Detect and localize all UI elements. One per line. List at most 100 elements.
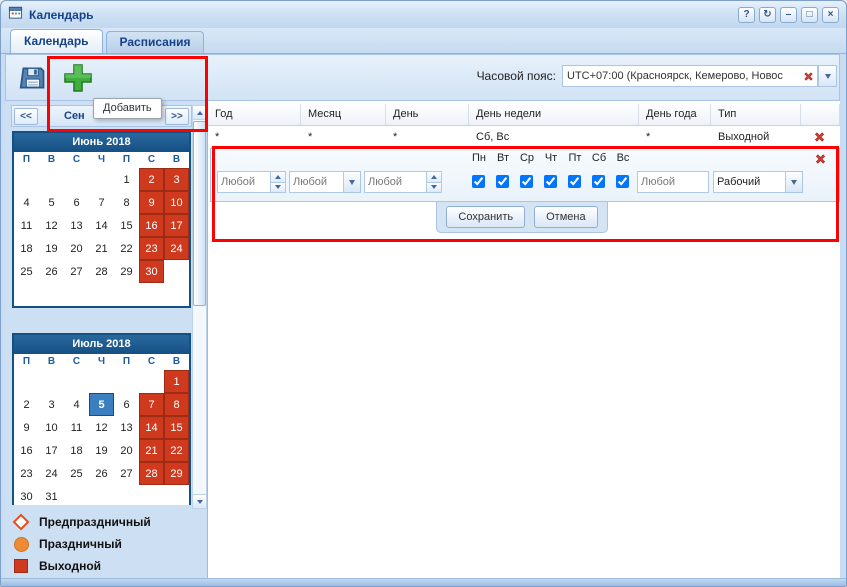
calendar-day[interactable]: 27 bbox=[64, 260, 89, 283]
calendar-day[interactable]: 1 bbox=[114, 168, 139, 191]
calendar-day[interactable]: 4 bbox=[64, 393, 89, 416]
calendar-day[interactable]: 18 bbox=[64, 439, 89, 462]
calendar-day[interactable]: 29 bbox=[114, 260, 139, 283]
calendar-day[interactable]: 7 bbox=[89, 191, 114, 214]
calendar-day[interactable]: 22 bbox=[114, 237, 139, 260]
scrollbar-thumb[interactable] bbox=[193, 121, 206, 306]
editor-delete-icon[interactable] bbox=[813, 152, 828, 166]
calendar-day[interactable]: 4 bbox=[14, 191, 39, 214]
calendar-day[interactable]: 12 bbox=[89, 416, 114, 439]
calendar-day[interactable]: 16 bbox=[139, 214, 164, 237]
calendar-day[interactable]: 3 bbox=[39, 393, 64, 416]
calendar-day[interactable]: 7 bbox=[139, 393, 164, 416]
add-button[interactable] bbox=[57, 58, 99, 98]
day-of-year-input[interactable] bbox=[637, 171, 709, 193]
timezone-dropdown-arrow[interactable] bbox=[818, 65, 837, 87]
calendar-day[interactable]: 22 bbox=[164, 439, 189, 462]
calendar-day[interactable]: 12 bbox=[39, 214, 64, 237]
timezone-combobox[interactable]: UTC+07:00 (Красноярск, Кемерово, Новос bbox=[562, 65, 818, 87]
calendar-day[interactable]: 10 bbox=[39, 416, 64, 439]
calendar-day[interactable]: 29 bbox=[164, 462, 189, 485]
grid-header-1[interactable]: Год bbox=[208, 104, 301, 125]
calendar-day[interactable]: 2 bbox=[14, 393, 39, 416]
type-input[interactable] bbox=[713, 171, 786, 193]
scroll-down-icon[interactable] bbox=[193, 494, 206, 508]
calendar-day[interactable]: 25 bbox=[64, 462, 89, 485]
calendar-day[interactable]: 19 bbox=[89, 439, 114, 462]
calendar-day[interactable]: 6 bbox=[64, 191, 89, 214]
calendar-day[interactable]: 26 bbox=[89, 462, 114, 485]
calendar-day[interactable]: 17 bbox=[39, 439, 64, 462]
grid-header-2[interactable]: Месяц bbox=[301, 104, 386, 125]
calendar-day[interactable]: 8 bbox=[114, 191, 139, 214]
tab-schedules[interactable]: Расписания bbox=[106, 31, 205, 53]
calendar-day[interactable]: 20 bbox=[114, 439, 139, 462]
month-dropdown-arrow[interactable] bbox=[344, 171, 361, 193]
weekday-checkbox-2[interactable] bbox=[496, 175, 509, 188]
cancel-button[interactable]: Отмена bbox=[534, 206, 597, 228]
day-spin-down-icon[interactable] bbox=[427, 183, 441, 193]
calendar-day[interactable]: 14 bbox=[89, 214, 114, 237]
day-input[interactable] bbox=[364, 171, 427, 193]
next-month-button[interactable]: >> bbox=[165, 108, 189, 125]
calendar-day[interactable]: 30 bbox=[139, 260, 164, 283]
timezone-clear-icon[interactable] bbox=[802, 70, 815, 83]
grid-header-4[interactable]: День недели bbox=[469, 104, 639, 125]
refresh-button[interactable]: ↻ bbox=[759, 7, 776, 23]
calendar-day[interactable]: 30 bbox=[14, 485, 39, 505]
calendar-day[interactable]: 5 bbox=[39, 191, 64, 214]
calendar-day[interactable]: 27 bbox=[114, 462, 139, 485]
calendar-day[interactable]: 14 bbox=[139, 416, 164, 439]
calendar-day[interactable]: 5 bbox=[89, 393, 114, 416]
calendar-day[interactable]: 15 bbox=[114, 214, 139, 237]
calendar-day[interactable]: 15 bbox=[164, 416, 189, 439]
row-delete-icon[interactable] bbox=[812, 130, 827, 144]
calendar-day[interactable]: 24 bbox=[39, 462, 64, 485]
calendar-day[interactable]: 9 bbox=[14, 416, 39, 439]
weekday-checkbox-7[interactable] bbox=[616, 175, 629, 188]
calendar-day[interactable]: 20 bbox=[64, 237, 89, 260]
weekday-checkbox-4[interactable] bbox=[544, 175, 557, 188]
sidebar-scrollbar[interactable] bbox=[192, 105, 207, 509]
type-dropdown-arrow[interactable] bbox=[786, 171, 803, 193]
calendar-day[interactable]: 8 bbox=[164, 393, 189, 416]
maximize-button[interactable]: □ bbox=[801, 7, 818, 23]
scroll-up-icon[interactable] bbox=[193, 106, 206, 120]
calendar-day[interactable]: 10 bbox=[164, 191, 189, 214]
calendar-day[interactable]: 28 bbox=[89, 260, 114, 283]
year-spin-down-icon[interactable] bbox=[271, 183, 285, 193]
grid-header-3[interactable]: День bbox=[386, 104, 469, 125]
weekday-checkbox-3[interactable] bbox=[520, 175, 533, 188]
save-button[interactable] bbox=[14, 60, 52, 96]
save-rule-button[interactable]: Сохранить bbox=[446, 206, 525, 228]
calendar-day[interactable]: 24 bbox=[164, 237, 189, 260]
year-spin-up-icon[interactable] bbox=[271, 172, 285, 183]
weekday-checkbox-5[interactable] bbox=[568, 175, 581, 188]
calendar-day[interactable]: 21 bbox=[89, 237, 114, 260]
month-input[interactable] bbox=[289, 171, 344, 193]
calendar-day[interactable]: 6 bbox=[114, 393, 139, 416]
year-input[interactable] bbox=[217, 171, 271, 193]
calendar-day[interactable]: 2 bbox=[139, 168, 164, 191]
calendar-day[interactable]: 23 bbox=[139, 237, 164, 260]
calendar-day[interactable]: 18 bbox=[14, 237, 39, 260]
grid-header-6[interactable]: Тип bbox=[711, 104, 801, 125]
tab-calendar[interactable]: Календарь bbox=[10, 29, 103, 53]
calendar-day[interactable]: 28 bbox=[139, 462, 164, 485]
prev-month-button[interactable]: << bbox=[14, 108, 38, 125]
calendar-day[interactable]: 23 bbox=[14, 462, 39, 485]
calendar-day[interactable]: 13 bbox=[114, 416, 139, 439]
weekday-checkbox-1[interactable] bbox=[472, 175, 485, 188]
day-spin-up-icon[interactable] bbox=[427, 172, 441, 183]
calendar-day[interactable]: 31 bbox=[39, 485, 64, 505]
calendar-day[interactable]: 11 bbox=[64, 416, 89, 439]
weekday-checkbox-6[interactable] bbox=[592, 175, 605, 188]
calendar-day[interactable]: 1 bbox=[164, 370, 189, 393]
table-row[interactable]: ***Сб, Вс*Выходной bbox=[208, 126, 840, 148]
close-button[interactable]: × bbox=[822, 7, 839, 23]
minimize-button[interactable]: – bbox=[780, 7, 797, 23]
calendar-day[interactable]: 13 bbox=[64, 214, 89, 237]
calendar-day[interactable]: 9 bbox=[139, 191, 164, 214]
calendar-day[interactable]: 3 bbox=[164, 168, 189, 191]
calendar-day[interactable]: 26 bbox=[39, 260, 64, 283]
